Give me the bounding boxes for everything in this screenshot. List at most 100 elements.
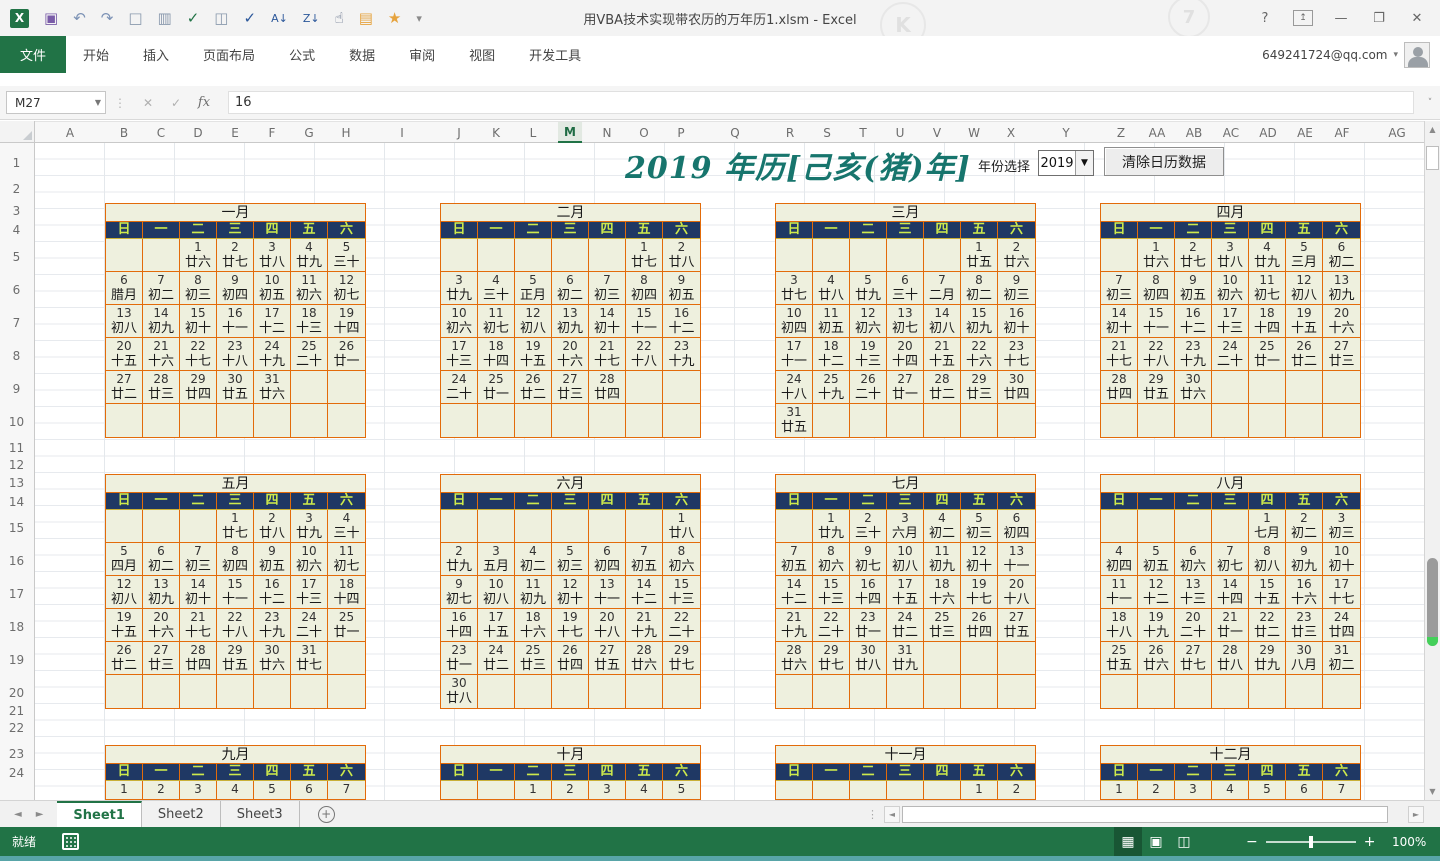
row-header-21[interactable]: 21	[0, 704, 33, 718]
column-header-I[interactable]: I	[394, 122, 410, 143]
day-cell[interactable]	[143, 510, 180, 543]
day-cell[interactable]	[887, 239, 924, 272]
day-cell[interactable]: 4三十	[478, 272, 515, 305]
ribbon-display-options-icon[interactable]: ↥	[1293, 10, 1313, 26]
day-cell[interactable]: 29廿五	[217, 642, 254, 675]
day-cell[interactable]: 28廿六	[776, 642, 813, 675]
day-cell[interactable]: 14十二	[776, 576, 813, 609]
row-header-8[interactable]: 8	[0, 349, 33, 363]
row-header-4[interactable]: 4	[0, 223, 33, 237]
day-cell[interactable]: 20十六	[1323, 305, 1360, 338]
cancel-icon[interactable]: ✕	[134, 96, 162, 110]
day-cell[interactable]	[515, 675, 552, 708]
day-cell[interactable]: 30廿四	[998, 371, 1035, 404]
day-cell[interactable]: 4初四	[1101, 543, 1138, 576]
day-cell[interactable]	[1212, 510, 1249, 543]
weekday-cell[interactable]: 三	[217, 222, 254, 238]
day-cell[interactable]: 1廿六	[1138, 239, 1175, 272]
day-cell[interactable]: 18十六	[924, 576, 961, 609]
qat-customize-icon[interactable]: ▾	[416, 13, 422, 24]
column-header-L[interactable]: L	[524, 122, 543, 143]
day-cell[interactable]: 8初六	[663, 543, 700, 576]
day-cell[interactable]: 2三十	[850, 510, 887, 543]
day-cell[interactable]: 25十九	[813, 371, 850, 404]
ribbon-tab-插入[interactable]: 插入	[126, 36, 186, 73]
day-cell[interactable]	[441, 510, 478, 543]
day-cell[interactable]: 3廿八	[254, 239, 291, 272]
day-cell[interactable]: 7初七	[1212, 543, 1249, 576]
day-cell[interactable]	[1286, 675, 1323, 708]
month-title[interactable]: 六月	[441, 475, 700, 493]
row-header-17[interactable]: 17	[0, 587, 33, 601]
day-cell[interactable]: 9初九	[1286, 543, 1323, 576]
day-cell[interactable]: 13十一	[998, 543, 1035, 576]
weekday-cell[interactable]: 一	[143, 493, 180, 509]
day-cell[interactable]: 7	[1323, 781, 1360, 800]
day-cell[interactable]: 20二十	[1175, 609, 1212, 642]
weekday-cell[interactable]: 四	[924, 764, 961, 780]
day-cell[interactable]	[924, 781, 961, 800]
day-cell[interactable]	[1323, 371, 1360, 404]
weekday-cell[interactable]: 一	[143, 764, 180, 780]
paste-icon[interactable]: ▥	[158, 11, 172, 26]
minimize-button[interactable]: —	[1324, 5, 1358, 31]
weekday-cell[interactable]: 二	[515, 764, 552, 780]
weekday-cell[interactable]: 日	[1101, 493, 1138, 509]
weekday-cell[interactable]: 一	[478, 222, 515, 238]
day-cell[interactable]: 23廿一	[850, 609, 887, 642]
weekday-cell[interactable]: 六	[663, 764, 700, 780]
favorites-folder-icon[interactable]: ★	[388, 11, 401, 26]
weekday-cell[interactable]: 四	[589, 493, 626, 509]
day-cell[interactable]	[478, 781, 515, 800]
day-cell[interactable]: 19十九	[1138, 609, 1175, 642]
day-cell[interactable]: 6初二	[1323, 239, 1360, 272]
day-cell[interactable]: 12十二	[1138, 576, 1175, 609]
row-header-6[interactable]: 6	[0, 283, 33, 297]
day-cell[interactable]: 19十四	[328, 305, 365, 338]
day-cell[interactable]: 14初十	[589, 305, 626, 338]
day-cell[interactable]	[887, 675, 924, 708]
day-cell[interactable]: 19十七	[961, 576, 998, 609]
day-cell[interactable]	[998, 675, 1035, 708]
column-header-E[interactable]: E	[225, 122, 245, 143]
name-box-dropdown-icon[interactable]: ▼	[95, 98, 101, 107]
day-cell[interactable]: 27廿七	[1175, 642, 1212, 675]
day-cell[interactable]: 29廿五	[1138, 371, 1175, 404]
day-cell[interactable]: 5初三	[961, 510, 998, 543]
day-cell[interactable]	[813, 404, 850, 437]
save-icon[interactable]: ▣	[44, 11, 58, 26]
day-cell[interactable]: 28廿四	[180, 642, 217, 675]
weekday-cell[interactable]: 二	[515, 493, 552, 509]
day-cell[interactable]: 6	[1286, 781, 1323, 800]
day-cell[interactable]: 1七月	[1249, 510, 1286, 543]
day-cell[interactable]: 23十九	[254, 609, 291, 642]
macro-record-icon[interactable]	[62, 833, 79, 850]
year-select-dropdown[interactable]: 2019 ▼	[1038, 150, 1094, 176]
day-cell[interactable]	[924, 404, 961, 437]
day-cell[interactable]: 2初二	[1286, 510, 1323, 543]
column-header-AB[interactable]: AB	[1180, 122, 1208, 143]
day-cell[interactable]	[961, 642, 998, 675]
day-cell[interactable]: 17十一	[776, 338, 813, 371]
day-cell[interactable]: 15十一	[217, 576, 254, 609]
day-cell[interactable]: 11初九	[924, 543, 961, 576]
day-cell[interactable]	[217, 404, 254, 437]
day-cell[interactable]: 4初二	[924, 510, 961, 543]
column-header-W[interactable]: W	[962, 122, 986, 143]
day-cell[interactable]: 26廿二	[106, 642, 143, 675]
column-header-G[interactable]: G	[298, 122, 319, 143]
horizontal-scroll-thumb[interactable]	[902, 806, 1388, 823]
day-cell[interactable]	[998, 404, 1035, 437]
day-cell[interactable]: 27廿五	[589, 642, 626, 675]
spelling-check-icon[interactable]: ✓	[243, 11, 256, 26]
day-cell[interactable]	[478, 239, 515, 272]
day-cell[interactable]	[924, 675, 961, 708]
day-cell[interactable]	[1249, 404, 1286, 437]
month-title[interactable]: 十月	[441, 746, 700, 764]
day-cell[interactable]: 23十九	[663, 338, 700, 371]
day-cell[interactable]: 2	[1138, 781, 1175, 800]
column-header-U[interactable]: U	[890, 122, 911, 143]
day-cell[interactable]: 8初二	[961, 272, 998, 305]
day-cell[interactable]: 9初五	[663, 272, 700, 305]
day-cell[interactable]: 21十九	[776, 609, 813, 642]
